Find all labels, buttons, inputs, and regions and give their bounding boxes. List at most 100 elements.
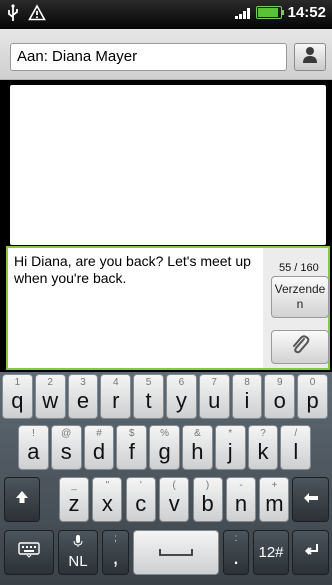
key-n[interactable]: -n <box>226 477 256 522</box>
period-label: . <box>232 544 240 569</box>
key-label: u <box>208 388 221 413</box>
microphone-icon <box>59 534 97 551</box>
key-alt-label: ) <box>205 480 210 491</box>
comma-key[interactable]: ; , <box>102 530 129 575</box>
key-y[interactable]: 6y <box>166 374 197 419</box>
enter-key[interactable] <box>292 530 329 575</box>
comma-label: , <box>112 544 119 569</box>
key-alt-label: 4 <box>113 377 119 388</box>
key-alt-label: ' <box>139 480 142 491</box>
key-w[interactable]: 2w <box>34 374 66 419</box>
key-j[interactable]: * j <box>214 425 246 470</box>
key-b[interactable]: ) b <box>192 477 223 522</box>
key-u[interactable]: 7u <box>198 374 230 419</box>
backspace-key[interactable] <box>292 477 329 522</box>
key-f[interactable]: $ f <box>116 425 148 470</box>
key-label: j <box>227 439 233 464</box>
conversation-area <box>10 85 326 245</box>
period-key[interactable]: : . <box>223 530 249 575</box>
key-label: l <box>293 439 299 464</box>
comma-alt-label: ; <box>114 533 117 544</box>
key-label: g <box>158 439 171 464</box>
send-button[interactable]: Verzenden <box>271 276 329 318</box>
attach-button[interactable] <box>271 330 329 364</box>
key-alt-label: 6 <box>178 377 185 388</box>
key-i[interactable]: 8i <box>231 374 263 419</box>
keyboard-row-4: NL ; , : . 12# <box>0 530 332 577</box>
key-alt-label: & <box>194 428 201 439</box>
key-label: a <box>27 439 40 464</box>
key-s[interactable]: @ s <box>50 425 82 470</box>
signal-icon <box>234 7 250 19</box>
key-l[interactable]: / l <box>280 425 312 470</box>
key-label: d <box>92 439 106 464</box>
key-alt-label: 8 <box>244 377 250 388</box>
key-d[interactable]: # d <box>83 425 115 470</box>
key-label: t <box>145 388 152 413</box>
key-alt-label: 2 <box>47 377 53 388</box>
key-alt-label: / <box>294 428 298 439</box>
key-label: r <box>112 388 120 413</box>
arrow-up-icon <box>15 489 29 510</box>
key-alt-label: - <box>239 480 243 491</box>
key-p[interactable]: 0p <box>297 374 328 419</box>
key-label: s <box>60 439 72 464</box>
language-key[interactable]: NL <box>58 530 98 575</box>
key-z[interactable]: _ z <box>59 477 89 522</box>
key-alt-label: ? <box>260 428 266 439</box>
symbols-key[interactable]: 12# <box>253 530 289 575</box>
key-c[interactable]: ' c <box>125 477 156 522</box>
key-x[interactable]: " x <box>92 477 123 522</box>
usb-icon <box>6 4 20 27</box>
enter-icon <box>303 543 319 562</box>
key-alt-label: 3 <box>80 377 86 388</box>
key-label: h <box>191 439 204 464</box>
key-label: c <box>135 491 147 516</box>
key-label: q <box>11 388 24 413</box>
key-alt-label: 1 <box>14 377 21 388</box>
key-alt-label: " <box>105 480 110 491</box>
key-v[interactable]: (v <box>159 477 190 522</box>
key-label: o <box>273 388 286 413</box>
compose-panel: Hi Diana, are you back? Let's meet up wh… <box>6 246 330 370</box>
key-alt-label: @ <box>61 428 72 439</box>
key-r[interactable]: 4r <box>100 374 132 419</box>
key-label: m <box>265 491 284 516</box>
key-alt-label: ! <box>32 428 35 439</box>
key-k[interactable]: ? k <box>247 425 279 470</box>
key-m[interactable]: + m <box>259 477 290 522</box>
language-label: NL <box>68 553 88 570</box>
key-alt-label: # <box>96 428 102 439</box>
keyboard-icon <box>18 542 40 563</box>
keyboard-settings-key[interactable] <box>4 530 54 575</box>
battery-icon <box>255 6 284 19</box>
char-count: 55 / 160 <box>279 262 319 274</box>
key-q[interactable]: 1q <box>2 374 33 419</box>
keyboard-row-1: 1q2w3e4r5t6y7u8i9o0p <box>0 374 332 421</box>
key-h[interactable]: & h <box>182 425 213 470</box>
period-alt-label: : <box>234 533 238 544</box>
key-label: k <box>257 439 269 464</box>
key-g[interactable]: % g <box>149 425 180 470</box>
key-label: e <box>76 388 90 413</box>
key-alt-label: 0 <box>309 377 316 388</box>
key-t[interactable]: 5t <box>133 374 164 419</box>
key-label: p <box>306 388 319 413</box>
key-a[interactable]: ! a <box>18 425 49 470</box>
space-key[interactable] <box>133 530 219 575</box>
key-alt-label: $ <box>129 428 135 439</box>
key-label: v <box>168 491 180 516</box>
paperclip-icon <box>289 333 311 362</box>
status-bar: 14:52 <box>0 0 332 29</box>
key-e[interactable]: 3e <box>67 374 99 419</box>
space-bar-icon <box>159 544 193 562</box>
warning-icon <box>28 4 46 27</box>
shift-key[interactable] <box>4 477 40 522</box>
key-label: y <box>175 388 187 413</box>
message-input[interactable]: Hi Diana, are you back? Let's meet up wh… <box>8 248 263 368</box>
recipient-bar: Aan: Diana Mayer <box>0 29 332 80</box>
recipient-field[interactable]: Aan: Diana Mayer <box>10 43 287 71</box>
key-o[interactable]: 9o <box>264 374 296 419</box>
add-contact-button[interactable] <box>294 43 326 71</box>
key-label: w <box>42 388 59 413</box>
